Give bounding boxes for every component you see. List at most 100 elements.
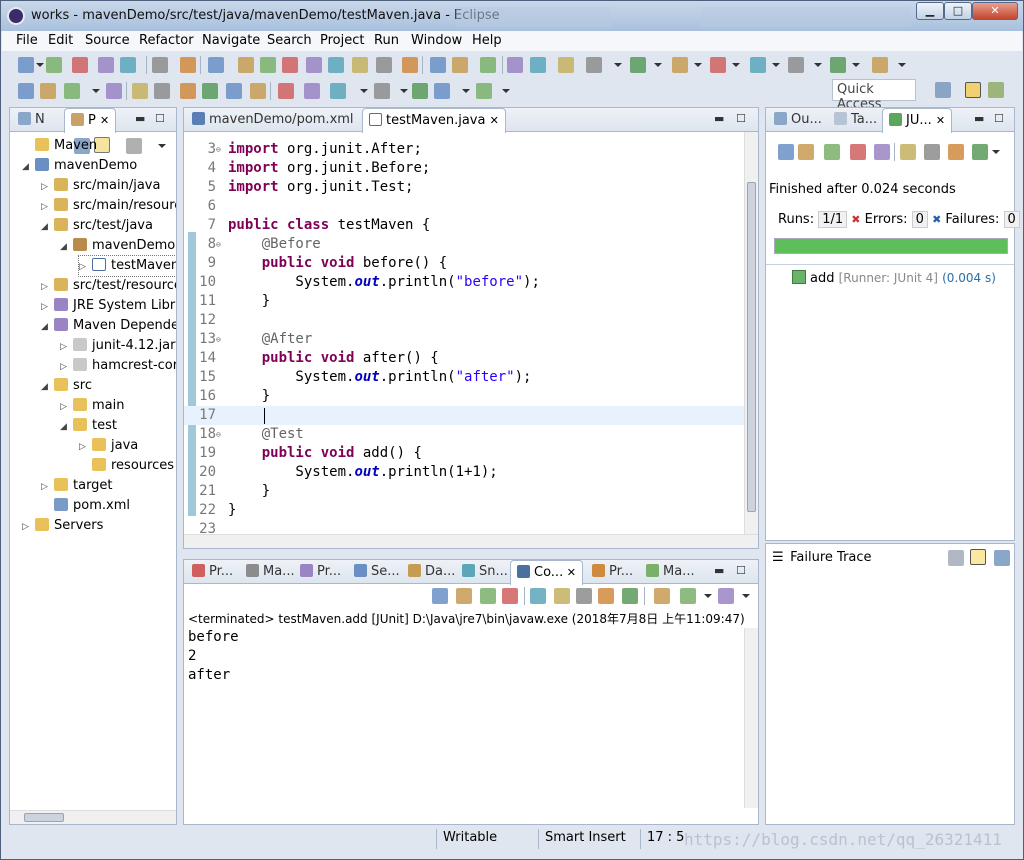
toolbar-tool-icon[interactable] <box>72 57 88 73</box>
code-line[interactable]: 18 ⊖ @Test <box>184 425 744 444</box>
tab-markers[interactable]: Ma... <box>240 560 301 584</box>
toolbar-tool-icon[interactable] <box>480 588 496 604</box>
tab-maven-repositories[interactable]: Ma... <box>640 560 701 584</box>
quick-access-input[interactable]: Quick Access <box>832 79 916 112</box>
tab-junit[interactable]: JU... ✕ <box>882 108 953 133</box>
menu-window[interactable]: Window <box>411 33 462 48</box>
toolbar-tool-icon[interactable] <box>132 83 148 99</box>
code-line[interactable]: 8 ⊖ @Before <box>184 235 744 254</box>
expand-toggle-icon[interactable]: ◢ <box>60 237 70 257</box>
tab-console[interactable]: Co... ✕ <box>510 560 583 585</box>
toolbar-tool-icon[interactable] <box>432 588 448 604</box>
tree-item[interactable]: ◢ src/test/java <box>41 216 153 236</box>
expand-toggle-icon[interactable]: ▷ <box>41 197 51 217</box>
toolbar-tool-icon[interactable] <box>434 83 450 99</box>
expand-toggle-icon[interactable]: ▷ <box>79 257 89 277</box>
toolbar-tool-icon[interactable] <box>502 588 518 604</box>
tab-snippets[interactable]: Sn... <box>456 560 514 584</box>
fold-toggle-icon[interactable]: ⊖ <box>216 140 226 159</box>
dropdown-arrow-icon[interactable] <box>732 63 740 67</box>
code-line[interactable]: 16 } <box>184 387 744 406</box>
menu-file[interactable]: File <box>16 33 38 48</box>
toolbar-tool-icon[interactable] <box>598 588 614 604</box>
dropdown-arrow-icon[interactable] <box>92 89 100 93</box>
toolbar-tool-icon[interactable] <box>554 588 570 604</box>
toolbar-tool-icon[interactable] <box>64 83 80 99</box>
toolbar-tool-icon[interactable] <box>824 144 840 160</box>
maximize-view-icon[interactable]: ☐ <box>736 564 746 577</box>
minimize-button[interactable]: ▁ <box>916 2 944 20</box>
expand-toggle-icon[interactable]: ▷ <box>60 337 70 357</box>
toolbar-tool-icon[interactable] <box>630 57 646 73</box>
maximize-button[interactable]: □ <box>944 2 972 20</box>
toolbar-tool-icon[interactable] <box>476 83 492 99</box>
tab-progress[interactable]: Pr... <box>586 560 639 584</box>
expand-toggle-icon[interactable]: ▷ <box>41 277 51 297</box>
code-line[interactable]: 11 } <box>184 292 744 311</box>
expand-toggle-icon[interactable]: ◢ <box>22 157 32 177</box>
toolbar-tool-icon[interactable] <box>402 57 418 73</box>
toolbar-tool-icon[interactable] <box>654 588 670 604</box>
toolbar-tool-icon[interactable] <box>374 83 390 99</box>
toolbar-tool-icon[interactable] <box>430 57 446 73</box>
toolbar-tool-icon[interactable] <box>530 57 546 73</box>
expand-toggle-icon[interactable]: ▷ <box>60 397 70 417</box>
code-line[interactable]: 7 public class testMaven { <box>184 216 744 235</box>
view-menu-icon[interactable] <box>994 550 1010 566</box>
code-line[interactable]: 14 public void after() { <box>184 349 744 368</box>
tree-item[interactable]: ▷ JRE System Library <box>41 296 176 316</box>
code-line[interactable]: 4 import org.junit.Before; <box>184 159 744 178</box>
minimize-view-icon[interactable]: ▬ <box>974 112 984 125</box>
code-line[interactable]: 23 <box>184 520 744 534</box>
toolbar-tool-icon[interactable] <box>282 57 298 73</box>
toolbar-tool-icon[interactable] <box>106 83 122 99</box>
toolbar-tool-icon[interactable] <box>98 57 114 73</box>
tab-package-explorer[interactable]: P ✕ <box>64 108 117 133</box>
toolbar-tool-icon[interactable] <box>788 57 804 73</box>
scrollbar-thumb[interactable] <box>747 182 756 512</box>
close-icon[interactable]: ✕ <box>936 114 945 127</box>
tree-item[interactable]: ◢ test <box>60 416 117 436</box>
open-perspective-icon[interactable] <box>935 82 951 98</box>
minimize-view-icon[interactable]: ▬ <box>714 112 724 125</box>
fold-toggle-icon[interactable]: ⊖ <box>216 235 226 254</box>
toolbar-tool-icon[interactable] <box>680 588 696 604</box>
toolbar-tool-icon[interactable] <box>18 57 34 73</box>
dropdown-arrow-icon[interactable] <box>898 63 906 67</box>
dropdown-arrow-icon[interactable] <box>772 63 780 67</box>
toolbar-tool-icon[interactable] <box>874 144 890 160</box>
expand-toggle-icon[interactable]: ◢ <box>41 217 51 237</box>
filter-stack-trace-icon[interactable] <box>948 550 964 566</box>
toolbar-tool-icon[interactable] <box>948 144 964 160</box>
toolbar-tool-icon[interactable] <box>456 588 472 604</box>
toolbar-tool-icon[interactable] <box>718 588 734 604</box>
expand-toggle-icon[interactable]: ▷ <box>41 477 51 497</box>
tab-data-source-explorer[interactable]: Da... <box>402 560 461 584</box>
dropdown-arrow-icon[interactable] <box>614 63 622 67</box>
toolbar-tool-icon[interactable] <box>226 83 242 99</box>
maximize-view-icon[interactable]: ☐ <box>736 112 746 125</box>
dropdown-arrow-icon[interactable] <box>992 150 1000 154</box>
toolbar-tool-icon[interactable] <box>507 57 523 73</box>
toolbar-tool-icon[interactable] <box>924 144 940 160</box>
maximize-view-icon[interactable]: ☐ <box>155 112 165 125</box>
tree-item[interactable]: ▷ target <box>41 476 113 496</box>
toolbar-tool-icon[interactable] <box>452 57 468 73</box>
fold-toggle-icon[interactable]: ⊖ <box>216 330 226 349</box>
dropdown-arrow-icon[interactable] <box>852 63 860 67</box>
toolbar-tool-icon[interactable] <box>304 83 320 99</box>
code-line[interactable]: 17 <box>184 406 744 425</box>
dropdown-arrow-icon[interactable] <box>462 89 470 93</box>
toolbar-tool-icon[interactable] <box>328 57 344 73</box>
expand-toggle-icon[interactable]: ▷ <box>79 437 89 457</box>
tree-item[interactable]: ▷ Servers <box>22 516 103 536</box>
tree-item[interactable]: ▷ testMaven.java <box>77 255 176 277</box>
tree-item[interactable]: Maven <box>22 136 97 156</box>
toolbar-tool-icon[interactable] <box>798 144 814 160</box>
close-icon[interactable]: ✕ <box>563 566 576 579</box>
tree-item[interactable]: ▷ src/test/resources <box>41 276 176 296</box>
dropdown-arrow-icon[interactable] <box>742 594 750 598</box>
menu-source[interactable]: Source <box>85 33 130 48</box>
toolbar-tool-icon[interactable] <box>672 57 688 73</box>
editor-horizontal-scrollbar[interactable] <box>184 534 758 548</box>
